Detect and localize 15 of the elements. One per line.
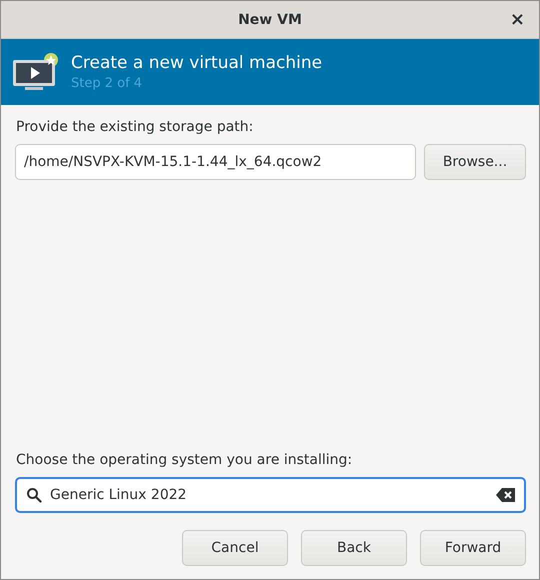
clear-icon[interactable] <box>496 488 516 502</box>
window-title: New VM <box>238 12 302 28</box>
browse-button[interactable]: Browse... <box>424 144 526 180</box>
monitor-play-icon <box>11 52 59 92</box>
dialog-button[interactable]: Cancel <box>182 530 288 566</box>
dialog-button[interactable]: Forward <box>420 530 526 566</box>
storage-path-field[interactable]: /home/NSVPX-KVM-15.1-1.44_lx_64.qcow2 <box>15 144 416 180</box>
os-search-field[interactable]: Generic Linux 2022 <box>15 477 526 513</box>
step-indicator: Step 2 of 4 <box>71 76 144 91</box>
wizard-title: Create a new virtual machine <box>71 53 322 73</box>
close-button[interactable]: × <box>506 9 529 30</box>
search-icon <box>26 487 42 503</box>
os-label: Choose the operating system you are installing: <box>16 452 354 468</box>
storage-path-label: Provide the existing storage path: <box>16 119 254 135</box>
dialog-button[interactable]: Back <box>301 530 407 566</box>
